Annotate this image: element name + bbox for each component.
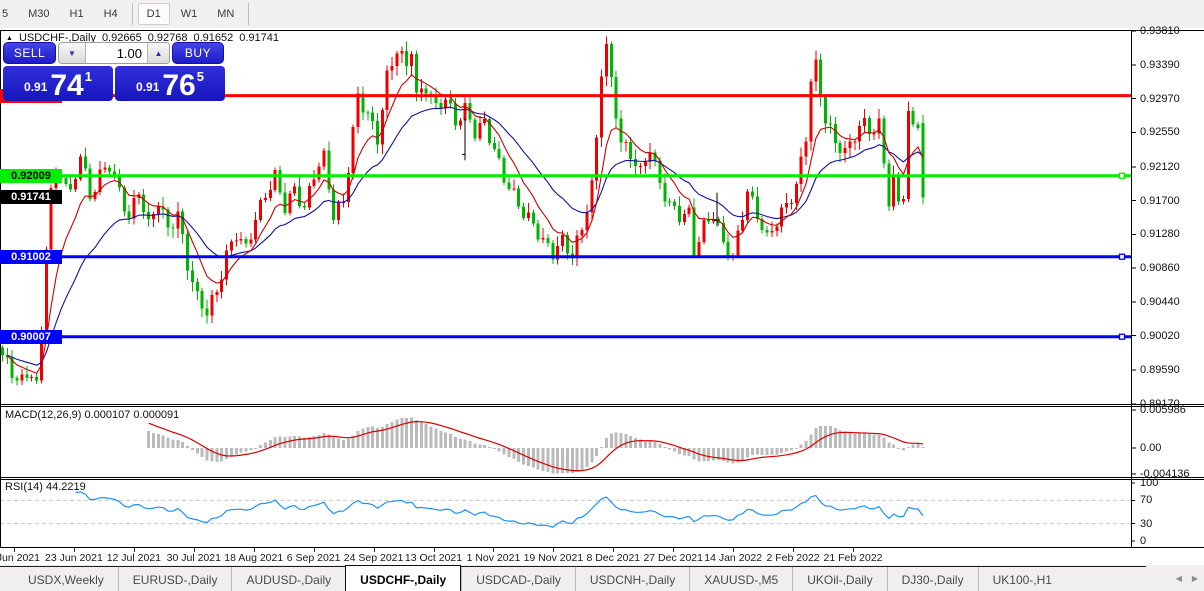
sell-button[interactable]: SELL <box>3 42 56 64</box>
tabs-row: USDX,WeeklyEURUSD-,DailyAUDUSD-,DailyUSD… <box>14 565 1066 591</box>
time-tick-label: 1 Nov 2021 <box>467 552 521 564</box>
timeframe-button-m30[interactable]: M30 <box>19 3 58 25</box>
symbol-tab-bar: USDX,WeeklyEURUSD-,DailyAUDUSD-,DailyUSD… <box>0 565 1204 591</box>
volume-input[interactable] <box>86 43 147 63</box>
line-anchor[interactable] <box>4 173 9 178</box>
line-anchor[interactable] <box>1120 334 1125 339</box>
time-tick-label: 12 Jul 2021 <box>107 552 161 564</box>
time-tick-label: 21 Feb 2022 <box>824 552 883 564</box>
timeframe-button-h4[interactable]: H4 <box>95 3 127 25</box>
time-axis[interactable]: 4 Jun 2021 23 Jun 2021 12 Jul 2021 30 Jul 2… <box>0 548 1204 565</box>
timeframe-button-5[interactable]: 5 <box>0 3 17 25</box>
buy-price-big: 76 <box>162 72 195 100</box>
tab-uk100-h1[interactable]: UK100-,H1 <box>978 567 1066 591</box>
buy-price-base: 0.91 <box>136 80 159 94</box>
tab-scroll-left-icon[interactable]: ◀ <box>1176 574 1182 583</box>
volume-increase-icon[interactable]: ▲ <box>147 43 169 63</box>
tab-audusd-daily[interactable]: AUDUSD-,Daily <box>231 567 345 591</box>
sell-price-base: 0.91 <box>24 80 47 94</box>
volume-stepper: ▼ ▲ <box>58 42 170 64</box>
volume-decrease-icon[interactable]: ▼ <box>59 43 86 63</box>
tab-usdchf-daily[interactable]: USDCHF-,Daily <box>345 565 461 591</box>
tab-scroll-arrows: ◀ ▶ <box>1176 574 1198 583</box>
buy-price-box[interactable]: 0.91 76 5 <box>115 66 225 101</box>
tab-xauusd-m5[interactable]: XAUUSD-,M5 <box>689 567 792 591</box>
tab-usdcad-daily[interactable]: USDCAD-,Daily <box>461 567 575 591</box>
collapse-panel-icon[interactable]: ▲ <box>6 35 13 42</box>
line-anchor[interactable] <box>1120 254 1125 259</box>
tab-eurusd-daily[interactable]: EURUSD-,Daily <box>118 567 232 591</box>
sell-price-sup: 1 <box>85 69 92 84</box>
timeframe-button-d1[interactable]: D1 <box>138 3 170 25</box>
timeframe-button-mn[interactable]: MN <box>208 3 243 25</box>
line-anchor[interactable] <box>1120 173 1125 178</box>
time-tick-label: 4 Jun 2021 <box>0 552 40 564</box>
time-tick-label: 19 Nov 2021 <box>524 552 584 564</box>
one-click-trading-panel: SELL ▼ ▲ BUY 0.91 74 1 0.91 76 5 <box>3 42 225 101</box>
chart-canvas[interactable] <box>0 30 1204 548</box>
tab-scroll-right-icon[interactable]: ▶ <box>1192 574 1198 583</box>
sell-price-big: 74 <box>50 72 83 100</box>
time-tick-label: 18 Aug 2021 <box>224 552 283 564</box>
time-tick-label: 23 Jun 2021 <box>45 552 103 564</box>
timeframe-button-h1[interactable]: H1 <box>61 3 93 25</box>
buy-price-sup: 5 <box>197 69 204 84</box>
buy-button[interactable]: BUY <box>172 42 224 64</box>
tab-dj30-daily[interactable]: DJ30-,Daily <box>887 567 978 591</box>
time-tick-label: 14 Jan 2022 <box>704 552 762 564</box>
chart-window: ▲ USDCHF-,Daily 0.92665 0.92768 0.91652 … <box>0 30 1204 548</box>
time-tick-label: 30 Jul 2021 <box>167 552 221 564</box>
timeframe-toolbar: 5M30H1H4 D1W1MN <box>0 0 1204 28</box>
trading-platform-window: 5M30H1H4D1W1MN ▲ USDCHF-,Daily 0.92665 0… <box>0 0 1204 591</box>
tab-ukoil-daily[interactable]: UKOil-,Daily <box>792 567 886 591</box>
time-tick-label: 6 Sep 2021 <box>287 552 341 564</box>
macd-histogram <box>147 418 924 474</box>
time-tick-label: 2 Feb 2022 <box>767 552 820 564</box>
tab-usdx-weekly[interactable]: USDX,Weekly <box>14 567 118 591</box>
tab-usdcnh-daily[interactable]: USDCNH-,Daily <box>575 567 689 591</box>
sell-price-box[interactable]: 0.91 74 1 <box>3 66 113 101</box>
timeframe-button-w1[interactable]: W1 <box>172 3 207 25</box>
line-anchor[interactable] <box>4 334 9 339</box>
time-tick-label: 24 Sep 2021 <box>344 552 404 564</box>
toolbar-divider <box>132 3 133 25</box>
rsi-line <box>76 492 923 527</box>
time-tick-label: 13 Oct 2021 <box>405 552 462 564</box>
ohlc-close: 0.91741 <box>239 32 279 44</box>
toolbar-divider <box>248 3 249 25</box>
time-tick-label: 27 Dec 2021 <box>643 552 703 564</box>
time-tick-label: 8 Dec 2021 <box>586 552 640 564</box>
